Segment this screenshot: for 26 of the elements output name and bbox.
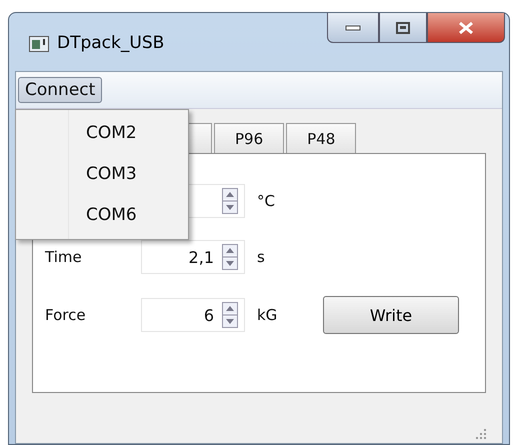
tab[interactable]: P48 [286, 123, 356, 153]
app-icon [29, 36, 49, 52]
minimize-icon [345, 24, 361, 30]
window-title: DTpack_USB [57, 33, 164, 53]
menu-item[interactable]: COM2 [16, 113, 188, 154]
close-icon [458, 20, 474, 34]
spin-arrows-icon[interactable] [222, 188, 238, 214]
spin-box[interactable]: 2,1 [141, 240, 245, 274]
minimize-button[interactable] [327, 13, 379, 43]
unit-label: °C [256, 192, 276, 210]
tab[interactable]: P96 [214, 123, 284, 153]
spin-arrows-icon[interactable] [222, 302, 238, 328]
unit-label: kG [256, 306, 278, 324]
unit-label: s [256, 248, 266, 266]
write-button[interactable]: Write [323, 296, 459, 334]
spin-arrows-icon[interactable] [222, 244, 238, 270]
resize-grip-icon[interactable] [476, 429, 486, 439]
menu-button[interactable]: Connect [18, 77, 102, 103]
field-label: Force [45, 306, 87, 324]
menu-item[interactable]: COM3 [16, 154, 188, 195]
maximize-icon [396, 22, 410, 34]
maximize-button[interactable] [379, 13, 427, 43]
menu-item[interactable]: COM6 [16, 195, 188, 236]
spin-box[interactable]: 6 [141, 298, 245, 332]
close-button[interactable] [427, 13, 505, 43]
field-label: Time [45, 248, 83, 266]
